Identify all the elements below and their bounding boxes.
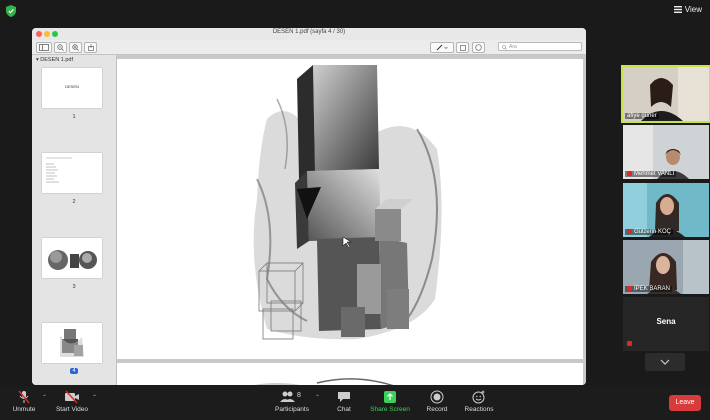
thumbnail-number: 1	[72, 114, 76, 120]
participants-label: Participants	[275, 406, 309, 413]
unmute-label: Unmute	[12, 406, 36, 413]
share-screen-button[interactable]: Share Screen	[370, 390, 410, 413]
share-icon	[87, 44, 94, 51]
chat-bubble-icon	[338, 392, 350, 402]
thumbnail-number: 2	[72, 199, 76, 205]
pdf-page-next	[117, 363, 583, 385]
muted-icon	[627, 170, 632, 176]
pdf-search-input[interactable]: Ara	[498, 42, 582, 51]
thumb-text: DESEN	[65, 84, 79, 89]
charcoal-drawing-cubes	[253, 65, 442, 340]
chevron-down-icon	[660, 359, 670, 365]
participant-name: afiye güner	[625, 113, 659, 119]
reactions-button[interactable]: Reactions	[462, 390, 496, 413]
start-video-button[interactable]: Start Video	[54, 390, 90, 413]
video-off-icon	[65, 390, 79, 404]
participant-tile[interactable]: Sena	[623, 297, 709, 351]
video-options-caret-icon[interactable]: ⌃	[92, 394, 97, 401]
collapse-arrow-icon[interactable]: ▾	[36, 57, 39, 63]
annotate-icon	[475, 44, 482, 51]
page-thumbnail-1[interactable]: DESEN	[42, 68, 102, 108]
participant-name: İPEK BARAN	[625, 285, 673, 292]
rotate-icon	[459, 45, 466, 51]
thumb-drawing-cubes	[60, 329, 84, 357]
search-icon	[502, 45, 507, 50]
scroll-participants-down-button[interactable]	[645, 353, 685, 371]
markup-button[interactable]	[430, 42, 454, 53]
chat-label: Chat	[337, 406, 351, 413]
page-thumbnail-2[interactable]	[42, 153, 102, 193]
participant-name-large: Sena	[656, 317, 676, 326]
sidebar-icon	[39, 44, 49, 51]
zoom-out-icon	[57, 44, 64, 51]
participant-tile[interactable]: afiye güner	[621, 65, 710, 123]
rotate-button[interactable]	[456, 42, 469, 53]
record-button[interactable]: Record	[424, 390, 450, 413]
grid-view-icon	[673, 6, 682, 13]
participant-tile[interactable]: Gülzerin KOÇ	[623, 183, 709, 237]
participant-tile[interactable]: Mehmet VANLI	[623, 125, 709, 179]
thumbnail-number: 3	[72, 284, 76, 290]
meeting-controls-toolbar: Unmute ⌃ Start Video ⌃ 8 Participants ⌃ …	[0, 386, 710, 420]
annotate-button[interactable]	[472, 42, 485, 53]
shield-icon[interactable]	[6, 5, 16, 17]
meeting-topbar: View	[0, 0, 710, 22]
next-page-sketch	[254, 378, 394, 385]
muted-icon	[627, 228, 632, 234]
view-label: View	[684, 5, 702, 14]
start-video-label: Start Video	[55, 406, 89, 413]
record-icon	[430, 390, 444, 404]
shared-screen-pdf-viewer[interactable]: DESEN 1.pdf (sayfa 4 / 30) Ara ▾ DESEN 1…	[32, 28, 586, 385]
sidebar-toggle-button[interactable]	[36, 42, 52, 53]
reactions-label: Reactions	[464, 406, 494, 413]
sidebar-header: ▾ DESEN 1.pdf	[32, 55, 116, 65]
unmute-button[interactable]: Unmute	[10, 390, 38, 413]
search-placeholder: Ara	[509, 44, 517, 50]
participant-name: Mehmet VANLI	[625, 170, 677, 177]
share-screen-label: Share Screen	[370, 406, 410, 413]
zoom-in-icon	[72, 44, 79, 51]
thumbnail-number-current: 4	[70, 368, 78, 374]
thumb-drawing-apples	[48, 250, 97, 270]
record-label: Record	[426, 406, 448, 413]
pen-icon	[436, 44, 448, 51]
participants-count: 8	[297, 392, 301, 399]
chat-button[interactable]: Chat	[332, 390, 356, 413]
participant-name: Gülzerin KOÇ	[625, 228, 674, 235]
muted-icon	[627, 285, 632, 291]
thumb-text-lines	[46, 157, 72, 183]
zoom-out-button[interactable]	[54, 42, 67, 53]
audio-options-caret-icon[interactable]: ⌃	[42, 394, 47, 401]
participants-button[interactable]: 8 Participants	[272, 390, 312, 413]
pdf-toolbar: Ara	[32, 40, 586, 55]
pdf-page	[117, 59, 583, 359]
pdf-thumbnail-sidebar[interactable]: ▾ DESEN 1.pdf DESEN 1 2 3 4	[32, 55, 117, 385]
pdf-window-title: DESEN 1.pdf (sayfa 4 / 30)	[272, 29, 346, 35]
participant-tile[interactable]: İPEK BARAN	[623, 240, 709, 294]
share-screen-icon	[384, 391, 396, 403]
pdf-document-area[interactable]	[117, 55, 586, 385]
leave-meeting-button[interactable]: Leave	[669, 395, 701, 411]
page-thumbnail-4[interactable]	[42, 323, 102, 363]
view-button[interactable]: View	[673, 5, 702, 14]
microphone-muted-icon	[18, 390, 30, 404]
participants-icon: 8	[280, 391, 301, 402]
participants-options-caret-icon[interactable]: ⌃	[315, 394, 320, 401]
muted-icon	[627, 341, 632, 346]
zoom-in-button[interactable]	[69, 42, 82, 53]
smiley-plus-icon	[472, 390, 485, 404]
page-thumbnail-3[interactable]	[42, 238, 102, 278]
sidebar-file-name: DESEN 1.pdf	[40, 57, 74, 63]
share-button[interactable]	[84, 42, 97, 53]
